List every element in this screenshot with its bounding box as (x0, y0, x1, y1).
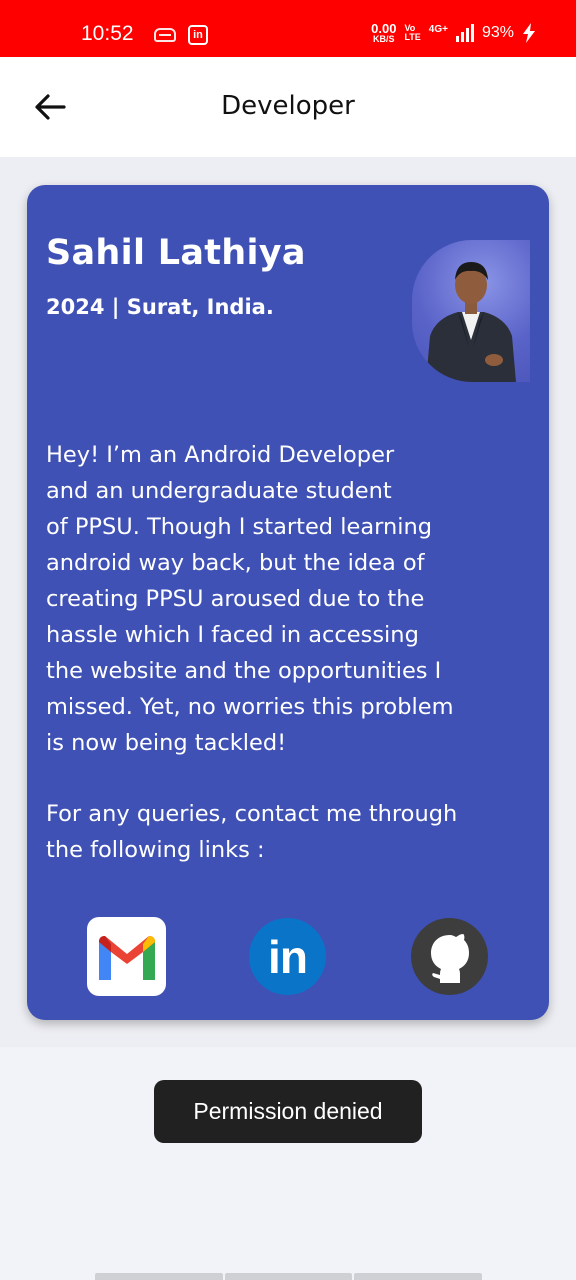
page-title: Developer (221, 91, 355, 121)
volte-indicator: Vo LTE (404, 24, 420, 42)
developer-photo (426, 262, 516, 382)
toast-message: Permission denied (154, 1080, 422, 1143)
status-bar: 10:52 in 0.00 KB/S Vo LTE 4G+ 93% (0, 0, 576, 57)
battery-level: 93% (481, 24, 514, 41)
linkedin-notification-icon: in (188, 25, 208, 45)
gmail-button[interactable] (87, 917, 166, 996)
developer-meta: 2024 | Surat, India. (46, 295, 274, 319)
car-icon (154, 28, 176, 42)
linkedin-button[interactable]: in (249, 918, 326, 995)
charging-bolt-icon (523, 23, 535, 43)
github-button[interactable] (411, 918, 488, 995)
gmail-icon (98, 935, 155, 980)
app-bar: Developer (0, 57, 576, 157)
nav-gesture-bar[interactable] (95, 1273, 483, 1280)
volte-bottom: LTE (404, 32, 421, 42)
avatar (412, 240, 530, 382)
contact-text: For any queries, contact me through the … (46, 801, 458, 863)
developer-card: Sahil Lathiya 2024 | Surat, India. Hey! … (27, 185, 549, 1020)
linkedin-icon: in (268, 930, 308, 983)
status-time: 10:52 (81, 22, 134, 45)
developer-name: Sahil Lathiya (46, 233, 306, 273)
net-speed: 0.00 KB/S (371, 22, 396, 44)
network-type: 4G+ (428, 23, 448, 35)
net-speed-unit: KB/S (373, 34, 395, 44)
notification-icons: in (154, 25, 208, 45)
status-right: 0.00 KB/S Vo LTE 4G+ 93% (371, 22, 536, 44)
developer-bio: Hey! I’m an Android Developer and an und… (46, 442, 454, 756)
signal-icon (455, 24, 474, 42)
github-icon (430, 933, 469, 983)
